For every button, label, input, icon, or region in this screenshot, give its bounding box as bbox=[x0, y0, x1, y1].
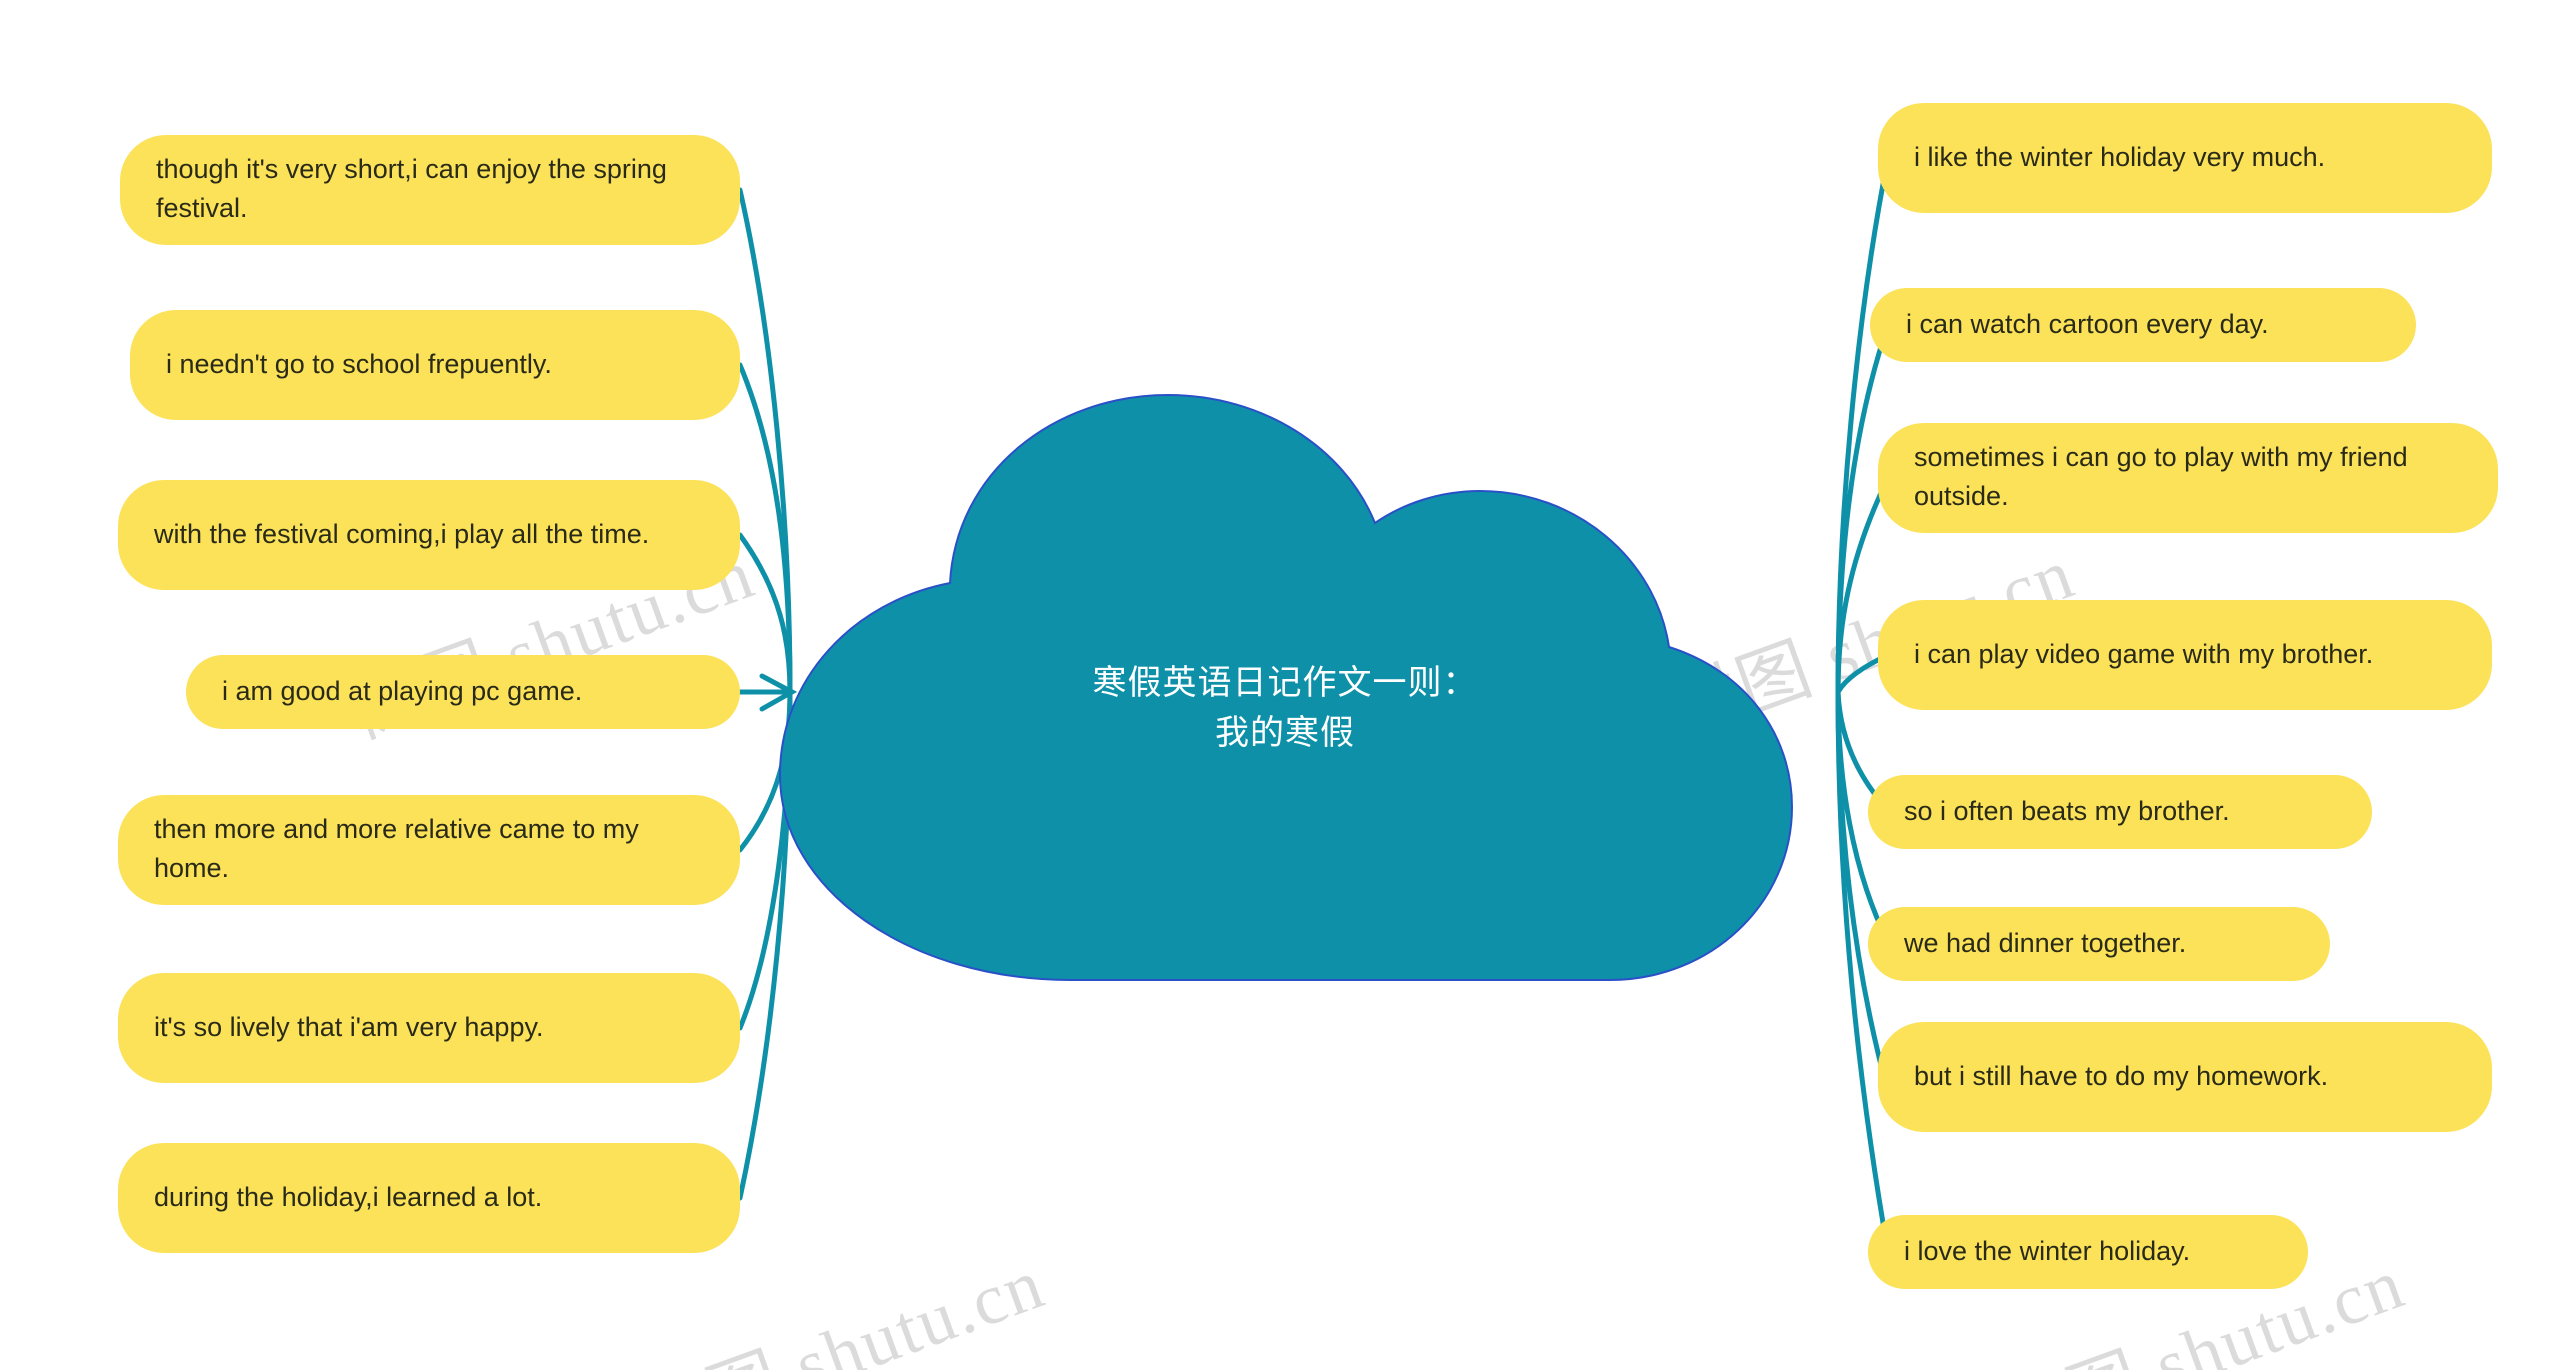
central-topic-cloud[interactable]: 寒假英语日记作文一则： 我的寒假 bbox=[770, 390, 1800, 990]
topic-label: i can watch cartoon every day. bbox=[1906, 308, 2269, 339]
topic-label: though it's very short,i can enjoy the s… bbox=[156, 154, 667, 223]
topic-label: sometimes i can go to play with my frien… bbox=[1914, 442, 2408, 511]
topic-pill-right-8[interactable]: i love the winter holiday. bbox=[1868, 1215, 2308, 1289]
topic-pill-right-7[interactable]: but i still have to do my homework. bbox=[1878, 1022, 2492, 1132]
topic-label: then more and more relative came to my h… bbox=[154, 814, 639, 883]
topic-pill-left-7[interactable]: during the holiday,i learned a lot. bbox=[118, 1143, 740, 1253]
topic-label: during the holiday,i learned a lot. bbox=[154, 1181, 543, 1212]
topic-label: so i often beats my brother. bbox=[1904, 795, 2230, 826]
topic-label: we had dinner together. bbox=[1904, 927, 2187, 958]
topic-label: but i still have to do my homework. bbox=[1914, 1060, 2329, 1091]
topic-label: it's so lively that i'am very happy. bbox=[154, 1011, 544, 1042]
center-title: 寒假英语日记作文一则： 我的寒假 bbox=[1092, 663, 1478, 753]
topic-pill-right-3[interactable]: sometimes i can go to play with my frien… bbox=[1878, 423, 2498, 533]
mindmap-canvas: 树图 shutu.cn 树图 shutu.cn 树图 shutu.cn 树图 s… bbox=[0, 0, 2560, 1370]
topic-label: i can play video game with my brother. bbox=[1914, 638, 2374, 669]
connector-right-1 bbox=[1835, 155, 1891, 695]
topic-pill-right-2[interactable]: i can watch cartoon every day. bbox=[1870, 288, 2416, 362]
topic-pill-left-1[interactable]: though it's very short,i can enjoy the s… bbox=[120, 135, 740, 245]
topic-label: i am good at playing pc game. bbox=[222, 675, 583, 706]
topic-pill-left-6[interactable]: it's so lively that i'am very happy. bbox=[118, 973, 740, 1083]
topic-pill-right-4[interactable]: i can play video game with my brother. bbox=[1878, 600, 2492, 710]
topic-pill-left-5[interactable]: then more and more relative came to my h… bbox=[118, 795, 740, 905]
topic-pill-left-2[interactable]: i needn't go to school frepuently. bbox=[130, 310, 740, 420]
topic-pill-right-5[interactable]: so i often beats my brother. bbox=[1868, 775, 2372, 849]
topic-pill-left-4[interactable]: i am good at playing pc game. bbox=[186, 655, 740, 729]
topic-label: i love the winter holiday. bbox=[1904, 1235, 2191, 1266]
topic-pill-right-6[interactable]: we had dinner together. bbox=[1868, 907, 2330, 981]
connector-right-7 bbox=[1835, 689, 1891, 1095]
topic-label: with the festival coming,i play all the … bbox=[154, 518, 650, 549]
topic-pill-right-1[interactable]: i like the winter holiday very much. bbox=[1878, 103, 2492, 213]
topic-label: i needn't go to school frepuently. bbox=[166, 348, 552, 379]
topic-pill-left-3[interactable]: with the festival coming,i play all the … bbox=[118, 480, 740, 590]
topic-label: i like the winter holiday very much. bbox=[1914, 141, 2326, 172]
